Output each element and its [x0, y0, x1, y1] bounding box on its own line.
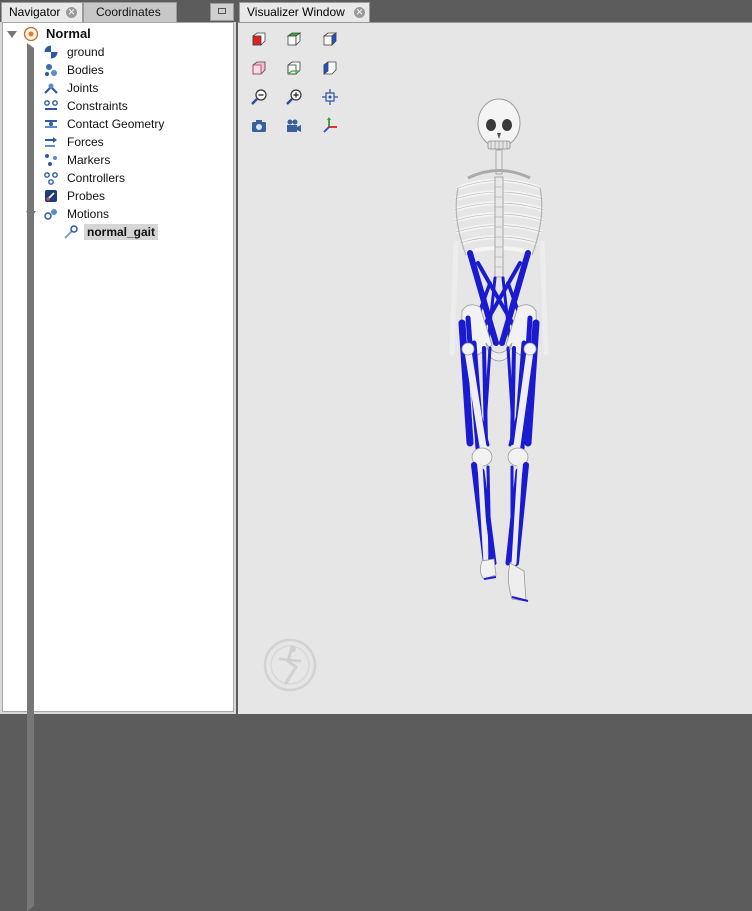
- top-view-icon[interactable]: [285, 31, 303, 49]
- tree-label-forces: Forces: [67, 135, 104, 149]
- model-icon: [23, 26, 39, 42]
- record-movie-icon[interactable]: [285, 117, 303, 135]
- left-view-icon[interactable]: [321, 60, 339, 78]
- tree-node-forces[interactable]: Forces: [3, 133, 231, 857]
- navigator-tree: Normal ground Bodies Joints Constraints …: [2, 22, 234, 911]
- ribcage: [453, 169, 545, 278]
- forces-icon: [45, 137, 57, 147]
- 3d-viewport[interactable]: [238, 22, 752, 714]
- tree-label-root: Normal: [46, 26, 91, 41]
- zoom-out-icon[interactable]: [250, 88, 268, 106]
- tree-node-controllers[interactable]: Controllers: [3, 169, 231, 187]
- tab-navigator[interactable]: Navigator ✕: [1, 2, 83, 22]
- tab-coordinates[interactable]: Coordinates: [83, 2, 177, 22]
- tree-node-joints[interactable]: Joints: [3, 79, 231, 803]
- minimize-button[interactable]: [210, 3, 234, 21]
- fit-view-icon[interactable]: [321, 88, 339, 106]
- tree-label-normal-gait: normal_gait: [84, 224, 159, 240]
- tree-label-ground: ground: [67, 45, 105, 59]
- contact-geometry-icon: [45, 120, 57, 128]
- opensim-watermark-icon: [263, 638, 317, 692]
- tree-label-markers: Markers: [67, 153, 111, 167]
- front-view-icon[interactable]: [250, 31, 268, 49]
- tree-label-controllers: Controllers: [67, 171, 126, 185]
- tab-visualizer-label: Visualizer Window: [247, 5, 345, 19]
- close-icon[interactable]: ✕: [66, 7, 77, 18]
- tree-node-markers[interactable]: Markers: [3, 151, 231, 875]
- ground-icon: [44, 45, 58, 59]
- feet: [480, 558, 529, 602]
- tree-label-bodies: Bodies: [67, 63, 104, 77]
- bodies-icon: [45, 64, 57, 76]
- constraints-icon: [44, 100, 58, 110]
- tree-label-joints: Joints: [67, 81, 99, 95]
- motion-file-icon: [64, 225, 78, 239]
- tree-node-ground[interactable]: ground: [3, 43, 231, 767]
- markers-icon: [45, 154, 57, 166]
- tree-label-motions: Motions: [67, 207, 110, 221]
- visualizer-panel: Visualizer Window ✕: [238, 0, 752, 714]
- axes-icon[interactable]: [321, 117, 339, 135]
- navigator-panel: Navigator ✕ Coordinates Normal ground Bo…: [0, 0, 236, 911]
- tab-navigator-label: Navigator: [9, 5, 61, 19]
- tab-visualizer-window[interactable]: Visualizer Window ✕: [239, 2, 370, 22]
- collapse-icon[interactable]: [7, 31, 17, 38]
- tree-label-constraints: Constraints: [67, 99, 128, 113]
- visualizer-tabbar: Visualizer Window ✕: [238, 0, 752, 22]
- navigator-tabbar: Navigator ✕ Coordinates: [0, 0, 236, 22]
- collapse-icon[interactable]: [26, 211, 36, 218]
- zoom-in-icon[interactable]: [285, 88, 303, 106]
- tree-node-root[interactable]: Normal: [3, 25, 231, 43]
- tree-node-contact-geometry[interactable]: Contact Geometry: [3, 115, 231, 133]
- tree-node-constraints[interactable]: Constraints: [3, 97, 231, 115]
- motions-icon: [44, 209, 57, 220]
- bottom-view-icon[interactable]: [285, 60, 303, 78]
- minimize-icon: [218, 8, 226, 14]
- right-view-icon[interactable]: [321, 31, 339, 49]
- controllers-icon: [44, 172, 58, 185]
- tree-node-motions[interactable]: Motions: [3, 205, 231, 223]
- tab-coordinates-label: Coordinates: [96, 5, 161, 19]
- tree-label-contact-geometry: Contact Geometry: [67, 117, 165, 131]
- probes-icon: [45, 190, 57, 202]
- tree-node-normal-gait[interactable]: normal_gait: [3, 223, 231, 241]
- tree-node-probes[interactable]: Probes: [3, 187, 231, 911]
- tree-label-probes: Probes: [67, 189, 106, 203]
- close-icon[interactable]: ✕: [354, 7, 365, 18]
- joints-icon: [44, 83, 58, 94]
- skull: [477, 98, 521, 150]
- back-view-icon[interactable]: [250, 60, 268, 78]
- tree-node-bodies[interactable]: Bodies: [3, 61, 231, 785]
- musculoskeletal-model[interactable]: [438, 93, 568, 613]
- snapshot-icon[interactable]: [250, 117, 268, 135]
